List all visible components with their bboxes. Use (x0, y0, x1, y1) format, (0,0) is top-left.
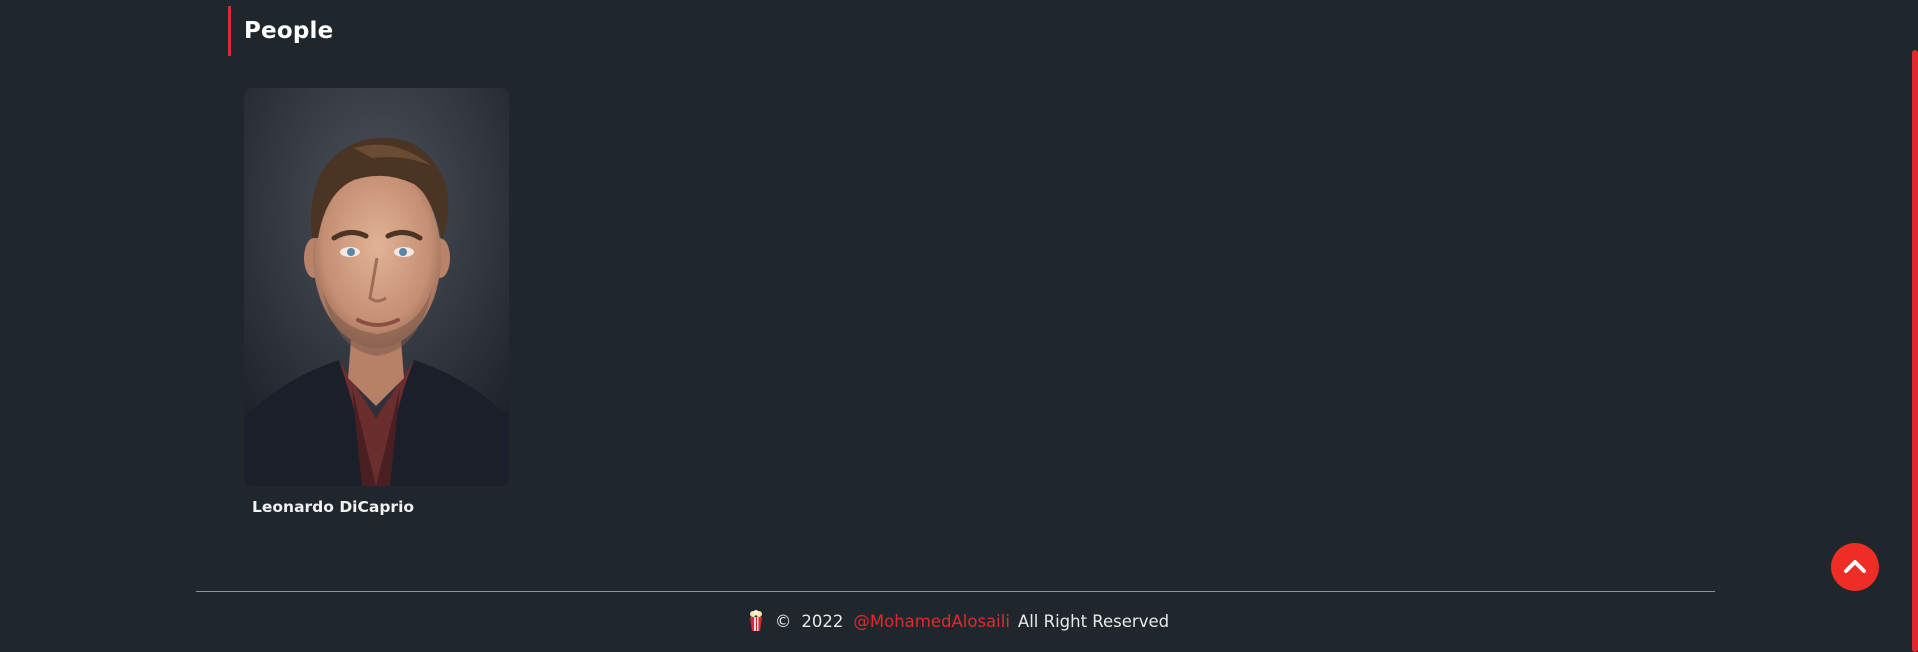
person-photo[interactable] (244, 88, 509, 486)
footer-rights: All Right Reserved (1017, 611, 1170, 631)
scrollbar-thumb[interactable] (1912, 50, 1918, 652)
footer-year: 2022 (801, 611, 844, 631)
person-card[interactable]: Leonardo DiCaprio (244, 88, 509, 516)
person-name[interactable]: Leonardo DiCaprio (252, 498, 509, 516)
author-link[interactable]: @MohamedAlosaili (853, 612, 1010, 631)
footer-divider (196, 591, 1715, 592)
copyright-symbol: © (774, 611, 792, 631)
section-header: People (228, 6, 333, 56)
popcorn-icon (749, 610, 763, 632)
scroll-to-top-button[interactable] (1831, 543, 1879, 591)
section-title: People (244, 18, 334, 44)
footer: © 2022 @MohamedAlosaili All Right Reserv… (0, 610, 1918, 632)
chevron-up-icon (1844, 560, 1866, 573)
